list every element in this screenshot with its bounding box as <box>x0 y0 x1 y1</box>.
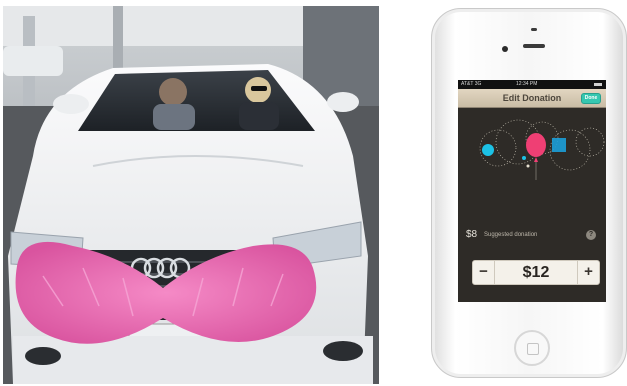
balloon-icon <box>526 133 546 157</box>
suggested-amount: $8 <box>466 229 478 240</box>
donation-stepper: − $12 + <box>472 260 600 285</box>
firework-blue <box>482 144 494 156</box>
sensor-icon <box>531 28 537 31</box>
home-button-icon[interactable] <box>514 330 550 366</box>
suggested-label: Suggested donation <box>484 232 538 238</box>
car-photo <box>3 6 379 384</box>
help-icon[interactable]: ? <box>586 230 596 240</box>
suggested-donation: $8 Suggested donation ? <box>458 228 606 242</box>
donation-value: $12 <box>522 264 550 281</box>
fireworks-illustration <box>479 119 605 180</box>
decrease-button[interactable]: − <box>473 261 495 284</box>
nav-bar: Edit Donation Done <box>458 89 606 108</box>
status-bar: AT&T 3G 12:34 PM <box>458 80 606 89</box>
car-illustration <box>3 6 379 384</box>
increase-button[interactable]: + <box>577 261 599 284</box>
carrier-label: AT&T 3G <box>461 81 482 87</box>
earpiece-icon <box>523 44 545 48</box>
status-time: 12:34 PM <box>516 81 538 87</box>
battery-icon <box>594 83 602 86</box>
phone-mockup: AT&T 3G 12:34 PM Edit Donation Done $8 S… <box>431 8 627 378</box>
front-camera-icon <box>502 46 508 52</box>
done-button[interactable]: Done <box>581 93 601 104</box>
phone-screen: AT&T 3G 12:34 PM Edit Donation Done $8 S… <box>458 80 606 302</box>
firework-square <box>552 138 566 152</box>
